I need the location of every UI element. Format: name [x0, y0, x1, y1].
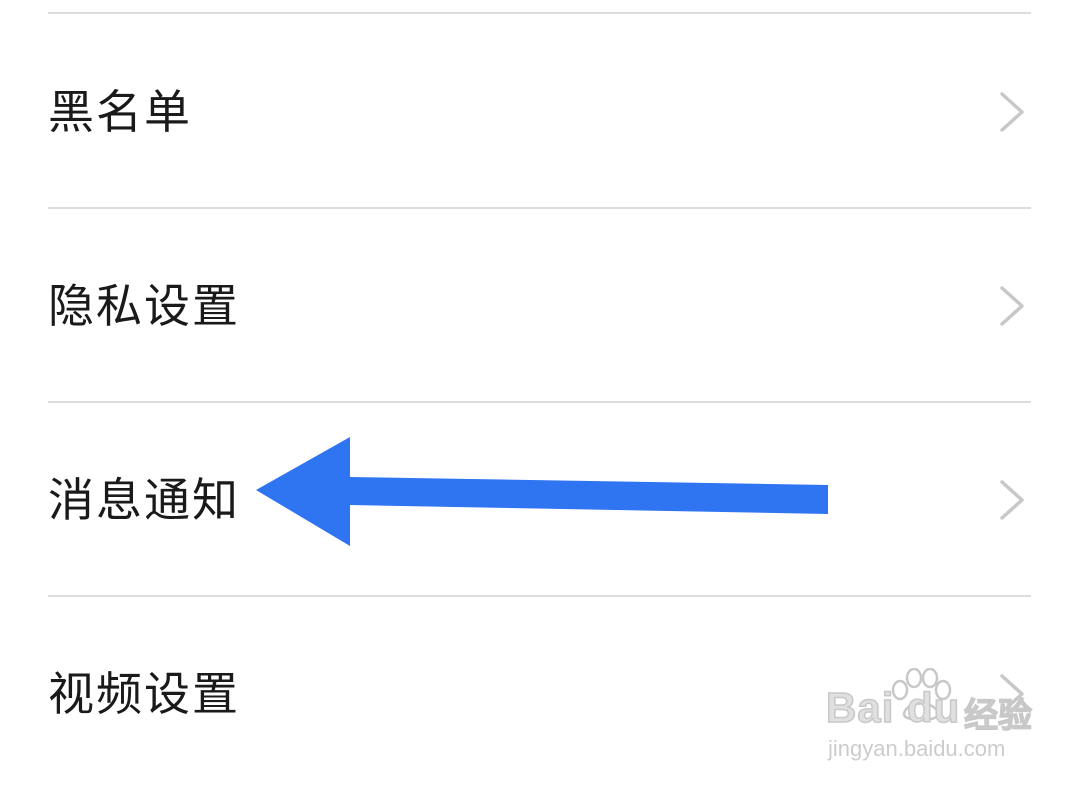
divider — [48, 401, 1031, 403]
menu-item-privacy-settings[interactable]: 隐私设置 — [48, 210, 1031, 402]
settings-page: 黑名单 隐私设置 消息通知 视频设置 Bai du 经验 jingyan.bai… — [0, 0, 1079, 785]
menu-item-label: 消息通知 — [48, 473, 240, 527]
chevron-right-icon — [1000, 286, 1024, 326]
divider — [48, 595, 1031, 597]
watermark-suffix: 经验 — [963, 696, 1032, 735]
watermark-url: jingyan.baidu.com — [828, 736, 1006, 761]
chevron-right-icon — [1000, 480, 1024, 520]
divider — [48, 207, 1031, 209]
watermark-brand: Bai du — [825, 683, 961, 732]
menu-item-label: 黑名单 — [48, 85, 192, 139]
menu-item-message-notifications[interactable]: 消息通知 — [48, 404, 1031, 596]
chevron-right-icon — [1000, 92, 1024, 132]
divider — [48, 12, 1031, 14]
baidu-jingyan-watermark: Bai du 经验 jingyan.baidu.com — [825, 668, 1036, 768]
menu-item-blacklist[interactable]: 黑名单 — [48, 16, 1031, 208]
menu-item-label: 视频设置 — [48, 667, 240, 721]
menu-item-label: 隐私设置 — [48, 279, 240, 333]
